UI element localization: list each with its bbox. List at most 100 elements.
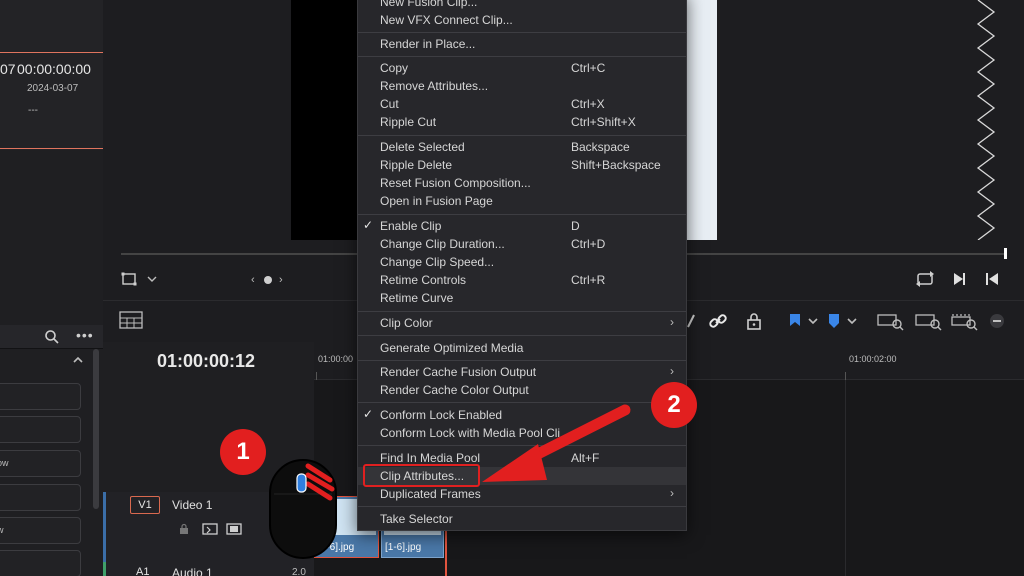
list-item[interactable]: w — [0, 517, 81, 544]
menu-item-remove-attributes[interactable]: Remove Attributes... — [358, 77, 686, 95]
menu-item-take-selector[interactable]: Take Selector — [358, 510, 686, 528]
metadata-area: 07 00:00:00:00 2024-03-07 --- — [0, 0, 103, 150]
zoom-full-icon[interactable] — [877, 311, 905, 331]
ruler-tick — [845, 372, 846, 380]
chevron-right-icon: › — [670, 315, 674, 329]
clip-dash: --- — [28, 105, 38, 116]
step-badge-2: 2 — [651, 382, 697, 428]
menu-item-conform-lock-enabled[interactable]: ✓ Conform Lock Enabled — [358, 406, 686, 424]
menu-separator — [358, 506, 686, 507]
play-next-icon[interactable] — [952, 272, 966, 286]
ruler-tick — [316, 372, 317, 380]
menu-separator — [358, 445, 686, 446]
menu-item-enable-clip[interactable]: ✓ Enable Clip D — [358, 217, 686, 235]
previous-icon[interactable]: ‹ — [251, 274, 255, 286]
chevron-up-icon[interactable] — [72, 354, 84, 366]
chevron-right-icon: › — [670, 486, 674, 500]
list-item[interactable] — [0, 484, 81, 511]
auto-select-icon[interactable] — [202, 523, 218, 535]
track-badge-v1[interactable]: V1 — [130, 496, 160, 514]
list-item[interactable]: ow — [0, 450, 81, 477]
menu-item-clip-color[interactable]: Clip Color › — [358, 314, 686, 332]
track-name[interactable]: Audio 1 — [172, 566, 213, 576]
source-timecode: 00:00:00:00 — [17, 61, 91, 77]
checkmark-icon: ✓ — [363, 218, 374, 232]
menu-item-conform-lock-media-pool[interactable]: Conform Lock with Media Pool Cli — [358, 424, 686, 442]
metadata-divider-top — [0, 52, 103, 53]
menu-item-render-cache-color-output[interactable]: Render Cache Color Output — [358, 381, 686, 399]
menu-item-change-clip-speed[interactable]: Change Clip Speed... — [358, 253, 686, 271]
menu-item-reset-fusion-composition[interactable]: Reset Fusion Composition... — [358, 174, 686, 192]
list-item[interactable] — [0, 416, 81, 443]
track-header-audio-1[interactable]: A1 Audio 1 2.0 — [103, 562, 314, 576]
loop-icon[interactable] — [915, 271, 935, 287]
timeline-gridline — [845, 380, 846, 576]
viewer-image — [686, 0, 717, 240]
search-icon[interactable] — [44, 329, 60, 345]
menu-item-delete-selected[interactable]: Delete Selected Backspace — [358, 138, 686, 156]
menu-separator — [358, 335, 686, 336]
menu-item-render-in-place[interactable]: Render in Place... — [358, 35, 686, 53]
lock-position-icon[interactable] — [744, 311, 764, 331]
ruler-label: 01:00:00 — [318, 354, 354, 364]
clip-context-menu: New Fusion Clip... New VFX Connect Clip.… — [357, 0, 687, 531]
clip-label: [1-6].jpg — [385, 542, 422, 553]
menu-separator — [358, 360, 686, 361]
lock-icon[interactable] — [178, 523, 190, 535]
frame-icon[interactable] — [121, 272, 137, 286]
chevron-down-icon[interactable] — [147, 275, 157, 283]
marker-icon[interactable] — [824, 311, 844, 331]
menu-separator — [358, 135, 686, 136]
timecode-partial: 07 — [0, 61, 16, 77]
mouse-right-click-icon — [269, 459, 337, 559]
menu-separator — [358, 311, 686, 312]
skip-end-icon[interactable] — [985, 272, 999, 286]
menu-separator — [358, 214, 686, 215]
highlight-box — [363, 464, 480, 487]
menu-item-ripple-cut[interactable]: Ripple Cut Ctrl+Shift+X — [358, 113, 686, 131]
film-icon[interactable] — [226, 523, 242, 535]
ruler-label: 01:00:02:00 — [849, 354, 897, 364]
chevron-down-icon[interactable] — [803, 311, 823, 331]
timeline-layout-icon[interactable] — [119, 311, 143, 329]
link-icon[interactable] — [708, 311, 728, 331]
flag-icon[interactable] — [785, 311, 805, 331]
more-options-icon[interactable]: ••• — [76, 327, 94, 343]
current-dot-icon[interactable] — [264, 276, 272, 284]
menu-item-cut[interactable]: Cut Ctrl+X — [358, 95, 686, 113]
menu-item-render-cache-fusion-output[interactable]: Render Cache Fusion Output › — [358, 363, 686, 381]
chevron-down-icon[interactable] — [842, 311, 862, 331]
media-panel: 07 00:00:00:00 2024-03-07 --- ••• ow w — [0, 0, 103, 576]
menu-item-copy[interactable]: Copy Ctrl+C — [358, 59, 686, 77]
menu-item-generate-optimized-media[interactable]: Generate Optimized Media — [358, 339, 686, 357]
step-badge-1: 1 — [220, 429, 266, 475]
menu-item-new-fusion-clip[interactable]: New Fusion Clip... — [358, 0, 686, 11]
menu-item-new-vfx-connect-clip[interactable]: New VFX Connect Clip... — [358, 11, 686, 29]
zoom-detail-icon[interactable] — [915, 311, 943, 331]
list-item[interactable] — [0, 550, 81, 576]
menu-item-change-clip-duration[interactable]: Change Clip Duration... Ctrl+D — [358, 235, 686, 253]
audio-level: 2.0 — [292, 567, 306, 576]
list-item[interactable] — [0, 383, 81, 410]
menu-item-retime-curve[interactable]: Retime Curve — [358, 289, 686, 307]
checkmark-icon: ✓ — [363, 407, 374, 421]
zoom-out-icon[interactable] — [987, 311, 1007, 331]
panel-scrollbar[interactable] — [93, 349, 99, 509]
menu-separator — [358, 402, 686, 403]
menu-item-ripple-delete[interactable]: Ripple Delete Shift+Backspace — [358, 156, 686, 174]
track-name[interactable]: Video 1 — [172, 498, 212, 512]
razor-icon[interactable] — [684, 311, 704, 331]
zigzag-graphic — [976, 0, 996, 240]
scrubber-handle[interactable] — [1004, 248, 1007, 259]
timeline-timecode[interactable]: 01:00:00:12 — [157, 351, 255, 372]
zoom-custom-icon[interactable] — [951, 311, 979, 331]
chevron-right-icon: › — [670, 364, 674, 378]
track-badge-a1[interactable]: A1 — [136, 566, 149, 576]
clip-date: 2024-03-07 — [27, 83, 79, 94]
next-icon[interactable]: › — [279, 274, 283, 286]
menu-separator — [358, 32, 686, 33]
menu-item-retime-controls[interactable]: Retime Controls Ctrl+R — [358, 271, 686, 289]
menu-item-duplicated-frames[interactable]: Duplicated Frames › — [358, 485, 686, 503]
menu-separator — [358, 56, 686, 57]
menu-item-open-in-fusion-page[interactable]: Open in Fusion Page — [358, 192, 686, 210]
